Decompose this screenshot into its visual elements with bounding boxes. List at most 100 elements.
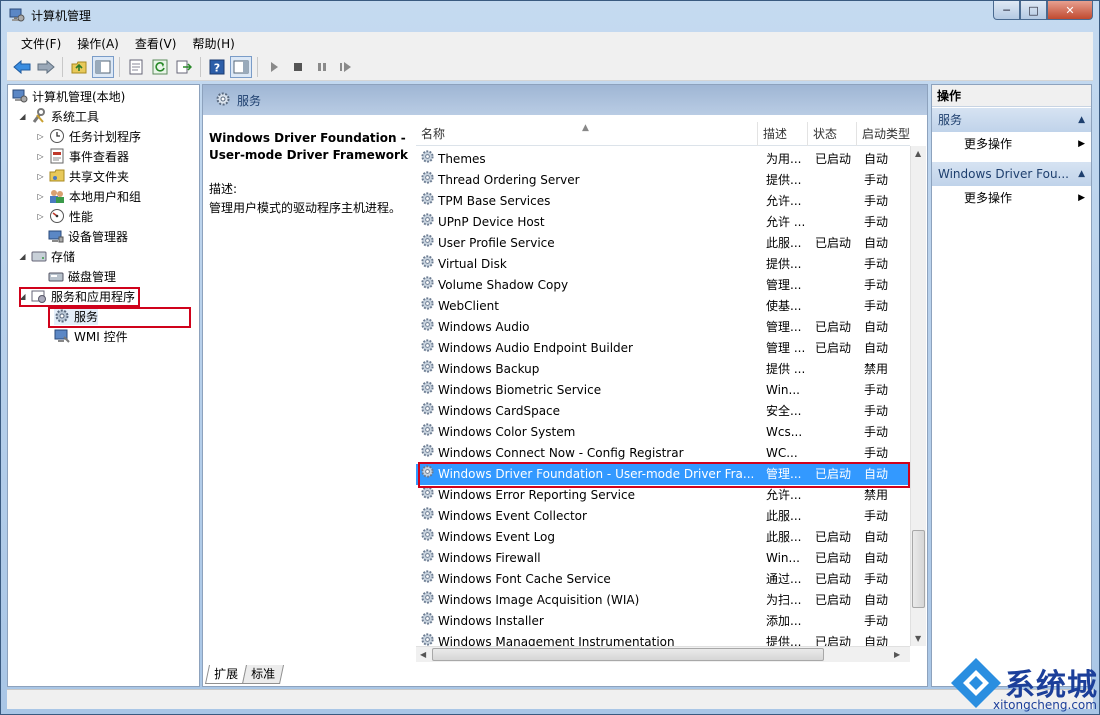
expanded-triangle-icon[interactable]: ◢ [18,112,27,121]
service-name: Windows Installer [438,614,544,628]
menu-view[interactable]: 查看(V) [127,35,185,52]
collapsed-triangle-icon[interactable]: ▷ [36,212,45,221]
collapsed-triangle-icon[interactable]: ▷ [36,192,45,201]
service-gear-icon [420,380,435,401]
column-status[interactable]: 状态 [808,122,857,146]
more-actions-services[interactable]: 更多操作 ▶ [932,133,1091,155]
service-row[interactable]: Windows CardSpace 安全... 手动 [416,401,910,422]
action-pane-icon[interactable] [230,56,252,78]
tree-item-wmi-control[interactable]: WMI 控件 [54,327,128,345]
column-description[interactable]: 描述 [758,122,808,146]
collapse-caret-icon[interactable]: ▲ [1078,108,1085,132]
scroll-up-icon[interactable]: ▲ [915,149,921,158]
tree-item-task-scheduler[interactable]: ▷ 任务计划程序 [36,127,141,145]
vertical-scrollbar[interactable]: ▲ ▼ [910,146,926,646]
horizontal-scroll-thumb[interactable] [432,648,824,661]
start-service-icon[interactable] [263,56,285,78]
tree-item-disk-management[interactable]: 磁盘管理 [48,267,116,285]
service-description: 管理 ... [766,341,806,355]
actions-section-services[interactable]: 服务 ▲ [932,108,1091,132]
tree-item-event-viewer[interactable]: ▷ 事件查看器 [36,147,129,165]
refresh-icon[interactable] [149,56,171,78]
collapsed-triangle-icon[interactable]: ▷ [36,132,45,141]
scroll-left-icon[interactable]: ◀ [420,650,426,659]
up-folder-icon[interactable] [68,56,90,78]
service-row[interactable]: Windows Management Instrumentation 提供... 已… [416,632,910,647]
tree-item-system-tools[interactable]: ◢ 系统工具 [18,107,99,125]
pause-service-icon[interactable] [311,56,333,78]
column-name[interactable]: 名称 ▲ [416,122,758,146]
service-row[interactable]: Windows Audio 管理... 已启动 自动 [416,317,910,338]
toolbar-separator [119,57,120,77]
menu-help[interactable]: 帮助(H) [184,35,242,52]
service-description: 添加... [766,614,802,628]
service-startup-type: 禁用 [864,488,889,502]
close-button[interactable]: ✕ [1047,1,1093,20]
properties-icon[interactable] [125,56,147,78]
service-description: Wcs... [766,425,803,439]
service-row[interactable]: Thread Ordering Server 提供... 手动 [416,170,910,191]
service-row[interactable]: Windows Error Reporting Service 允许... 禁用 [416,485,910,506]
storage-icon [31,248,47,264]
tree-item-shared-folders[interactable]: ▷ 共享文件夹 [36,167,129,185]
service-row[interactable]: Windows Firewall Win... 已启动 自动 [416,548,910,569]
service-row[interactable]: Windows Installer 添加... 手动 [416,611,910,632]
service-row[interactable]: WebClient 使基... 手动 [416,296,910,317]
horizontal-scrollbar[interactable]: ◀ ▶ [416,646,910,662]
service-row[interactable]: Windows Backup 提供 ... 禁用 [416,359,910,380]
service-gear-icon [420,401,435,422]
stop-service-icon[interactable] [287,56,309,78]
service-row[interactable]: Windows Event Collector 此服... 手动 [416,506,910,527]
service-status: 已启动 [815,593,852,607]
service-row[interactable]: Themes 为用... 已启动 自动 [416,149,910,170]
show-hide-tree-icon[interactable] [92,56,114,78]
service-row[interactable]: User Profile Service 此服... 已启动 自动 [416,233,910,254]
tree-item-local-users[interactable]: ▷ 本地用户和组 [36,187,141,205]
more-actions-selected-service[interactable]: 更多操作 ▶ [932,187,1091,209]
minimize-button[interactable]: ─ [993,1,1020,20]
service-gear-icon [420,569,435,590]
actions-section-selected-service[interactable]: Windows Driver Fou... ▲ [932,162,1091,186]
service-row[interactable]: Windows Event Log 此服... 已启动 自动 [416,527,910,548]
scroll-down-icon[interactable]: ▼ [915,634,921,643]
service-row[interactable]: Windows Color System Wcs... 手动 [416,422,910,443]
service-row[interactable]: Windows Biometric Service Win... 手动 [416,380,910,401]
column-startup-type[interactable]: 启动类型 [857,122,910,146]
vertical-scroll-thumb[interactable] [912,530,925,608]
tree-item-device-manager[interactable]: 设备管理器 [48,227,128,245]
service-description: 为用... [766,152,802,166]
service-row[interactable]: Volume Shadow Copy 管理... 手动 [416,275,910,296]
service-gear-icon [420,212,435,233]
title-bar[interactable]: 计算机管理 ─ □ ✕ [1,1,1099,31]
service-row[interactable]: Virtual Disk 提供... 手动 [416,254,910,275]
expanded-triangle-icon[interactable]: ◢ [18,252,27,261]
service-row[interactable]: Windows Audio Endpoint Builder 管理 ... 已启动自… [416,338,910,359]
tree-item-storage[interactable]: ◢ 存储 [18,247,75,265]
service-row[interactable]: UPnP Device Host 允许 ... 手动 [416,212,910,233]
submenu-arrow-icon: ▶ [1078,193,1085,203]
scroll-right-icon[interactable]: ▶ [894,650,900,659]
back-arrow-icon[interactable] [11,56,33,78]
service-status: 已启动 [815,572,852,586]
service-row[interactable]: Windows Image Acquisition (WIA) 为扫... 已启动自… [416,590,910,611]
forward-arrow-icon[interactable] [35,56,57,78]
collapse-caret-icon[interactable]: ▲ [1078,162,1085,186]
service-row[interactable]: TPM Base Services 允许... 手动 [416,191,910,212]
service-row[interactable]: Windows Font Cache Service 通过... 已启动 手动 [416,569,910,590]
restart-service-icon[interactable] [335,56,357,78]
tree-root[interactable]: 计算机管理(本地) [12,87,125,105]
tab-standard[interactable]: 标准 [241,665,285,684]
service-gear-icon [420,233,435,254]
menu-file[interactable]: 文件(F) [13,35,69,52]
help-icon[interactable]: ? [206,56,228,78]
tree-item-performance[interactable]: ▷ 性能 [36,207,93,225]
service-gear-icon [420,254,435,275]
menu-action[interactable]: 操作(A) [69,35,127,52]
export-list-icon[interactable] [173,56,195,78]
service-row[interactable]: Windows Connect Now - Config Registrar WC… [416,443,910,464]
tab-extended[interactable]: 扩展 [204,665,248,684]
collapsed-triangle-icon[interactable]: ▷ [36,152,45,161]
collapsed-triangle-icon[interactable]: ▷ [36,172,45,181]
maximize-button[interactable]: □ [1020,1,1047,20]
service-name: Windows Connect Now - Config Registrar [438,446,684,460]
